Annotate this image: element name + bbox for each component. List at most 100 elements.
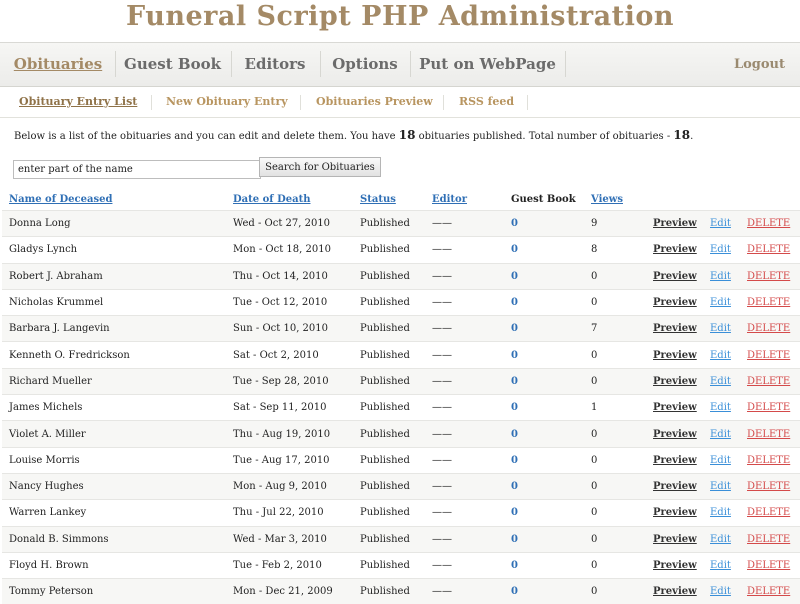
obit-guestbook-count[interactable]: 0 <box>504 578 584 604</box>
edit-link[interactable]: Edit <box>710 586 731 597</box>
edit-link[interactable]: Edit <box>710 350 731 361</box>
obit-status: Published <box>353 499 425 527</box>
delete-link[interactable]: DELETE <box>747 507 790 518</box>
nav-divider <box>320 51 321 77</box>
edit-link[interactable]: Edit <box>710 244 731 255</box>
delete-link[interactable]: DELETE <box>747 534 790 545</box>
col-views[interactable]: Views <box>584 188 646 211</box>
col-date-of-death[interactable]: Date of Death <box>226 188 353 211</box>
col-preview <box>646 188 703 211</box>
edit-link[interactable]: Edit <box>710 376 731 387</box>
intro-text-3: . <box>690 131 694 142</box>
obit-guestbook-count[interactable]: 0 <box>504 236 584 264</box>
preview-link[interactable]: Preview <box>653 350 697 361</box>
table-row: Robert J. Abraham Thu - Oct 14, 2010 Publi… <box>2 262 800 290</box>
delete-link[interactable]: DELETE <box>747 244 790 255</box>
delete-link[interactable]: DELETE <box>747 402 790 413</box>
edit-link-cell: Edit <box>703 341 740 369</box>
delete-link[interactable]: DELETE <box>747 271 790 282</box>
logout-link[interactable]: Logout <box>734 43 785 86</box>
delete-link[interactable]: DELETE <box>747 560 790 571</box>
delete-link[interactable]: DELETE <box>747 481 790 492</box>
nav-guest-book[interactable]: Guest Book <box>120 43 225 86</box>
delete-link[interactable]: DELETE <box>747 218 790 229</box>
obit-guestbook-count[interactable]: 0 <box>504 341 584 369</box>
delete-link-cell: DELETE <box>740 499 800 527</box>
obit-guestbook-count[interactable]: 0 <box>504 420 584 448</box>
preview-link[interactable]: Preview <box>653 271 697 282</box>
delete-link[interactable]: DELETE <box>747 350 790 361</box>
delete-link[interactable]: DELETE <box>747 323 790 334</box>
nav-put-on-webpage[interactable]: Put on WebPage <box>415 43 560 86</box>
obit-guestbook-count[interactable]: 0 <box>504 551 584 579</box>
edit-link[interactable]: Edit <box>710 507 731 518</box>
obit-guestbook-count[interactable]: 0 <box>504 288 584 316</box>
preview-link-cell: Preview <box>646 472 703 500</box>
preview-link-cell: Preview <box>646 499 703 527</box>
preview-link[interactable]: Preview <box>653 586 697 597</box>
delete-link[interactable]: DELETE <box>747 586 790 597</box>
preview-link[interactable]: Preview <box>653 429 697 440</box>
obit-editor: —— <box>425 367 504 395</box>
delete-link[interactable]: DELETE <box>747 297 790 308</box>
delete-link-cell: DELETE <box>740 578 800 604</box>
subnav-rss-feed[interactable]: RSS feed <box>459 87 514 117</box>
edit-link[interactable]: Edit <box>710 297 731 308</box>
edit-link[interactable]: Edit <box>710 323 731 334</box>
obit-guestbook-count[interactable]: 0 <box>504 262 584 290</box>
preview-link[interactable]: Preview <box>653 402 697 413</box>
subnav-obituary-entry-list[interactable]: Obituary Entry List <box>19 87 137 117</box>
edit-link[interactable]: Edit <box>710 429 731 440</box>
delete-link[interactable]: DELETE <box>747 429 790 440</box>
edit-link[interactable]: Edit <box>710 534 731 545</box>
edit-link[interactable]: Edit <box>710 271 731 282</box>
delete-link[interactable]: DELETE <box>747 376 790 387</box>
subnav-divider <box>151 95 152 110</box>
col-name-of-deceased[interactable]: Name of Deceased <box>2 188 226 211</box>
preview-link[interactable]: Preview <box>653 534 697 545</box>
nav-options[interactable]: Options <box>325 43 405 86</box>
edit-link[interactable]: Edit <box>710 218 731 229</box>
obit-guestbook-count[interactable]: 0 <box>504 472 584 500</box>
subnav-divider <box>443 95 444 110</box>
obit-guestbook-count[interactable]: 0 <box>504 446 584 474</box>
obit-status: Published <box>353 315 425 342</box>
obit-guestbook-count[interactable]: 0 <box>504 367 584 395</box>
col-editor[interactable]: Editor <box>425 188 504 211</box>
obit-editor: —— <box>425 288 504 316</box>
obit-editor: —— <box>425 315 504 342</box>
subnav-new-obituary-entry[interactable]: New Obituary Entry <box>166 87 288 117</box>
preview-link-cell: Preview <box>646 578 703 604</box>
preview-link[interactable]: Preview <box>653 218 697 229</box>
preview-link[interactable]: Preview <box>653 560 697 571</box>
preview-link[interactable]: Preview <box>653 297 697 308</box>
obit-name: Nancy Hughes <box>2 472 226 500</box>
obit-guestbook-count[interactable]: 0 <box>504 209 584 237</box>
obit-guestbook-count[interactable]: 0 <box>504 315 584 342</box>
delete-link[interactable]: DELETE <box>747 455 790 466</box>
subnav-obituaries-preview[interactable]: Obituaries Preview <box>316 87 433 117</box>
edit-link[interactable]: Edit <box>710 402 731 413</box>
edit-link[interactable]: Edit <box>710 560 731 571</box>
preview-link[interactable]: Preview <box>653 455 697 466</box>
preview-link[interactable]: Preview <box>653 507 697 518</box>
edit-link[interactable]: Edit <box>710 455 731 466</box>
obit-name: Warren Lankey <box>2 499 226 527</box>
search-button[interactable]: Search for Obituaries <box>259 157 381 177</box>
obituaries-table: Name of Deceased Date of Death Status Ed… <box>2 188 800 604</box>
nav-obituaries[interactable]: Obituaries <box>10 43 106 86</box>
preview-link[interactable]: Preview <box>653 323 697 334</box>
table-row: Nancy Hughes Mon - Aug 9, 2010 Published ——… <box>2 472 800 500</box>
obit-guestbook-count[interactable]: 0 <box>504 394 584 421</box>
edit-link[interactable]: Edit <box>710 481 731 492</box>
preview-link[interactable]: Preview <box>653 244 697 255</box>
col-status[interactable]: Status <box>353 188 425 211</box>
search-input[interactable] <box>13 160 261 179</box>
obit-name: Donald B. Simmons <box>2 525 226 553</box>
delete-link-cell: DELETE <box>740 420 800 448</box>
preview-link[interactable]: Preview <box>653 481 697 492</box>
obit-guestbook-count[interactable]: 0 <box>504 499 584 527</box>
preview-link[interactable]: Preview <box>653 376 697 387</box>
obit-guestbook-count[interactable]: 0 <box>504 525 584 553</box>
nav-editors[interactable]: Editors <box>236 43 314 86</box>
